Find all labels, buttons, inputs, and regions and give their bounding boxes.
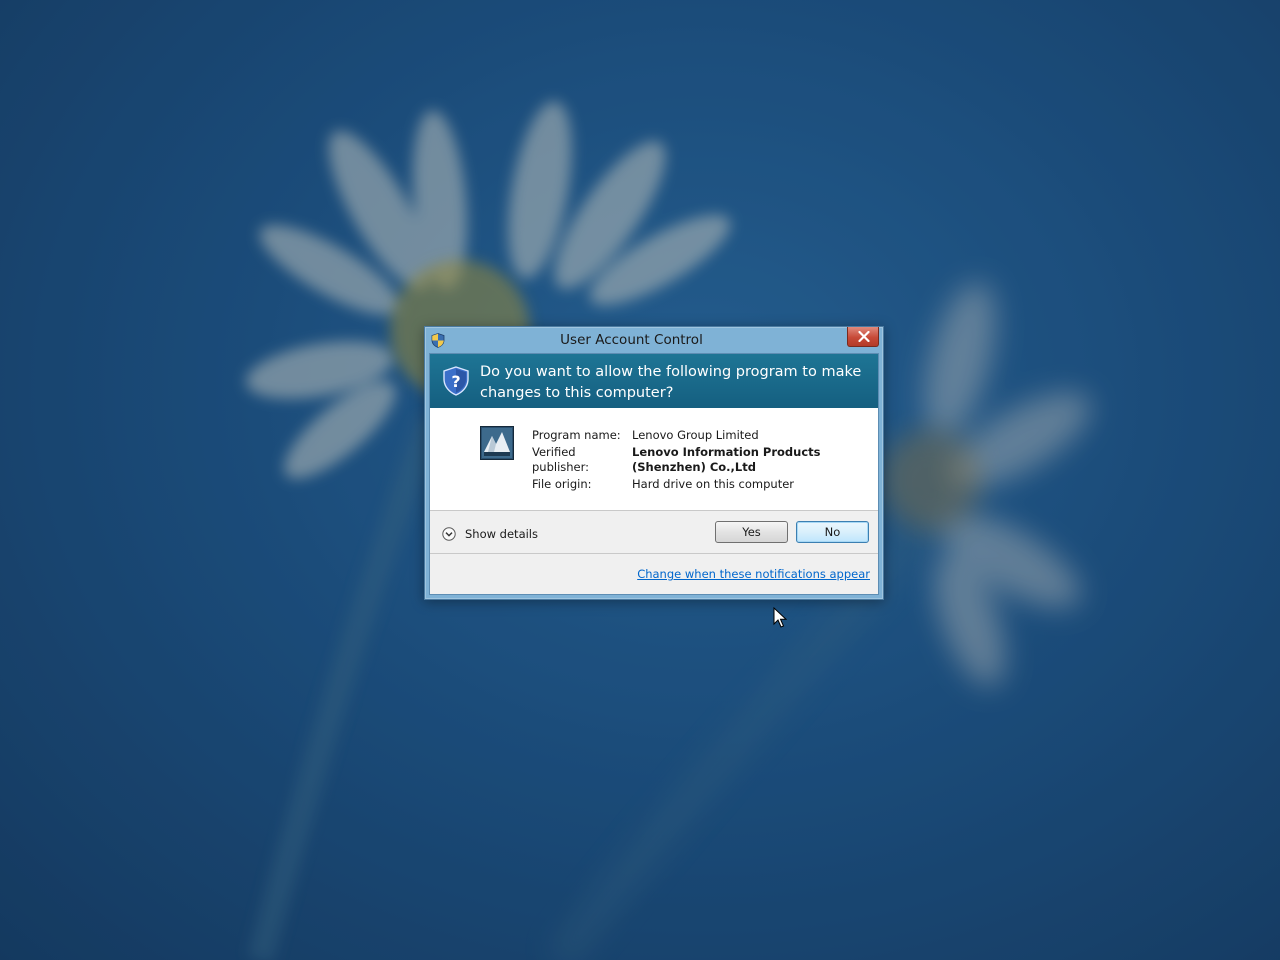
question-banner: ? Do you want to allow the following pro… xyxy=(430,354,878,408)
close-button[interactable] xyxy=(847,327,879,347)
program-icon xyxy=(480,426,514,460)
uac-dialog: User Account Control ? Do you want to al… xyxy=(424,326,884,600)
file-origin-row: File origin: Hard drive on this computer xyxy=(532,477,872,492)
question-text: Do you want to allow the following progr… xyxy=(480,364,862,401)
chevron-down-circle-icon xyxy=(442,527,456,541)
show-details-toggle[interactable]: Show details xyxy=(442,525,538,543)
program-name-value: Lenovo Group Limited xyxy=(632,428,759,442)
field-label: File origin: xyxy=(532,477,592,491)
field-label: Program name: xyxy=(532,428,621,442)
yes-button[interactable]: Yes xyxy=(715,521,788,543)
no-button[interactable]: No xyxy=(796,521,869,543)
show-details-label: Show details xyxy=(465,527,538,541)
program-info: Program name: Lenovo Group Limited Verif… xyxy=(430,408,878,511)
field-label: Verified publisher: xyxy=(532,445,590,474)
close-icon xyxy=(858,331,870,342)
program-name-row: Program name: Lenovo Group Limited xyxy=(532,428,872,443)
dialog-title: User Account Control xyxy=(560,332,703,348)
title-bar[interactable]: User Account Control xyxy=(425,327,883,354)
dialog-footer: Change when these notifications appear xyxy=(430,554,878,594)
change-notifications-link[interactable]: Change when these notifications appear xyxy=(637,567,870,581)
verified-publisher-value: Lenovo Information Products (Shenzhen) C… xyxy=(632,445,821,474)
action-area: Show details Yes No xyxy=(430,511,878,554)
file-origin-value: Hard drive on this computer xyxy=(632,477,795,491)
program-details: Program name: Lenovo Group Limited Verif… xyxy=(532,428,872,494)
question-shield-icon: ? xyxy=(442,366,470,396)
verified-publisher-row: Verified publisher: Lenovo Information P… xyxy=(532,445,872,475)
svg-text:?: ? xyxy=(451,372,460,391)
mouse-pointer-icon xyxy=(773,607,787,628)
dialog-client-area: ? Do you want to allow the following pro… xyxy=(429,353,879,595)
